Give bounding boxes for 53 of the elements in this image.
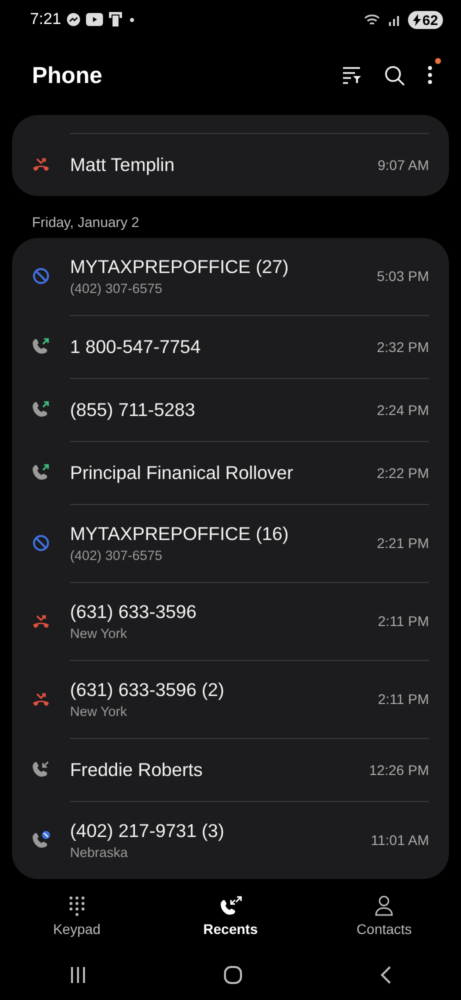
incoming-call-icon — [31, 759, 51, 780]
battery-indicator: 62 — [408, 10, 443, 29]
caller-name[interactable]: Freddie Roberts — [70, 758, 370, 781]
caller-detail: New York — [70, 626, 128, 642]
clock-time: 7:21 — [30, 10, 62, 29]
caller-name[interactable]: Principal Finanical Rollover — [70, 462, 377, 484]
app-notification-icon — [108, 11, 124, 28]
call-time: 2:21 PM — [376, 535, 429, 552]
caller-detail: New York — [70, 704, 128, 720]
tab[interactable]: Contacts — [307, 892, 461, 939]
caller-name[interactable]: (631) 633-3596 (2) — [70, 679, 378, 702]
call-time: 2:24 PM — [376, 402, 429, 418]
call-time: 2:22 PM — [376, 464, 429, 481]
wifi-icon — [364, 12, 382, 27]
call-time: 9:07 AM — [378, 156, 429, 173]
blocked-call-icon — [31, 830, 51, 850]
filter-icon[interactable] — [342, 66, 362, 84]
tab[interactable]: Keypad — [0, 892, 154, 939]
search-icon[interactable] — [384, 64, 405, 86]
caller-name[interactable]: (855) 711-5283 — [70, 398, 377, 421]
call-time: 2:11 PM — [378, 613, 429, 630]
caller-detail: Nebraska — [70, 845, 129, 860]
outgoing-call-icon — [31, 399, 51, 420]
call-time: 12:26 PM — [369, 762, 429, 778]
caller-name[interactable]: (631) 633-3596 — [70, 601, 378, 624]
call-time: 5:03 PM — [376, 268, 429, 284]
call-time: 2:32 PM — [376, 338, 429, 355]
blocked-icon — [31, 266, 51, 286]
contact-icon — [374, 894, 394, 917]
caller-name[interactable]: (402) 217-9731 (3) — [70, 820, 371, 842]
tab[interactable]: Recents — [154, 892, 308, 939]
video-app-icon — [86, 13, 104, 26]
outgoing-call-icon — [31, 462, 51, 482]
messenger-icon — [66, 12, 82, 28]
call-log-icon — [218, 894, 242, 917]
back-icon[interactable] — [380, 966, 392, 984]
date-header: Friday, January 2 — [31, 212, 140, 232]
caller-name[interactable]: Matt Templin — [70, 154, 378, 176]
caller-name[interactable]: MYTAXPREPOFFICE (27) — [70, 256, 377, 278]
more-options-icon[interactable] — [427, 65, 433, 86]
blocked-icon — [31, 532, 51, 553]
app-title: Phone — [32, 62, 104, 89]
outgoing-call-icon — [31, 336, 51, 356]
caller-name[interactable]: MYTAXPREPOFFICE (16) — [70, 523, 377, 546]
recent-apps-icon[interactable] — [68, 967, 87, 984]
home-icon[interactable] — [224, 966, 242, 984]
caller-detail: (402) 307-6575 — [70, 548, 164, 564]
more-notifications-icon — [128, 16, 136, 24]
call-time: 2:11 PM — [378, 691, 429, 708]
caller-name[interactable]: 1 800-547-7754 — [70, 336, 377, 358]
call-time: 11:01 AM — [370, 832, 429, 848]
keypad-icon — [68, 894, 86, 917]
caller-detail: (402) 307-6575 — [70, 281, 164, 296]
